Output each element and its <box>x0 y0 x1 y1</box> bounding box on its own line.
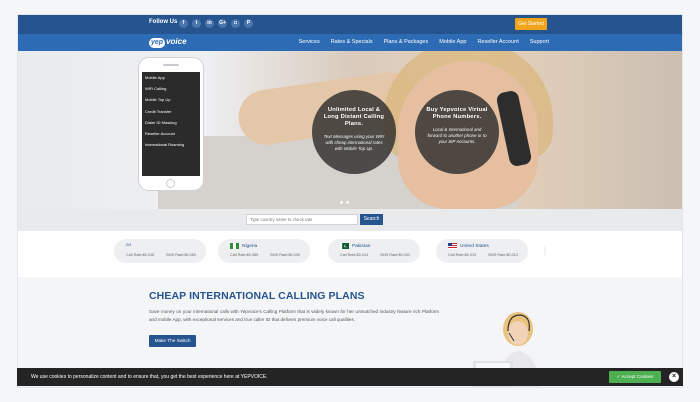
phone-home-button <box>166 179 175 188</box>
logo-text: voice <box>166 37 187 46</box>
country-name: United States <box>460 243 489 249</box>
top-bar: Follow Us f t in G+ ◘ P Get Started <box>18 15 682 34</box>
pinterest-icon[interactable]: P <box>244 19 253 28</box>
promo-title: Buy Yepvoice Virtual Phone Numbers. <box>426 107 488 120</box>
promo-circle-virtual-numbers[interactable]: Buy Yepvoice Virtual Phone Numbers. Loca… <box>415 90 499 174</box>
call-rate: Call Rate:$0.019 <box>448 253 477 257</box>
twitter-icon[interactable]: t <box>192 19 201 28</box>
sms-rate: SMS Rate:$0.039 <box>270 253 300 257</box>
slider-dots <box>340 201 349 204</box>
phone-menu-item[interactable]: International Roaming <box>142 139 200 150</box>
sms-rate: SMS Rate:$0.080 <box>166 253 196 257</box>
phone-menu-item[interactable]: WiFi Calling <box>142 83 200 94</box>
carousel-mask-left <box>18 231 114 277</box>
facebook-icon[interactable]: f <box>179 19 188 28</box>
phone-mockup: Mobile App WiFi Calling Mobile Top Up Cr… <box>138 57 204 191</box>
logo-badge: yep <box>149 38 166 48</box>
rates-carousel: co Call Rate:$0.016 SMS Rate:$0.080 Nige… <box>18 231 682 277</box>
country-name: co <box>126 243 132 248</box>
nav-item-services[interactable]: Services <box>299 39 320 45</box>
linkedin-icon[interactable]: in <box>205 19 214 28</box>
nigeria-flag-icon <box>230 243 239 249</box>
nav-item-support[interactable]: Support <box>530 39 549 45</box>
page-frame: Follow Us f t in G+ ◘ P Get Started yep v… <box>17 14 683 388</box>
promo-subtitle: Text Messages using your WiFi with cheap… <box>323 134 385 151</box>
sms-rate: SMS Rate:$0.012 <box>488 253 518 257</box>
rate-country: United States <box>448 243 489 249</box>
call-rate: Call Rate:$0.016 <box>126 253 155 257</box>
slider-dot[interactable] <box>346 201 349 204</box>
logo[interactable]: yep voice <box>149 37 187 48</box>
phone-menu: Mobile App WiFi Calling Mobile Top Up Cr… <box>142 72 200 176</box>
nav-item-rates-specials[interactable]: Rates & Specials <box>331 39 373 45</box>
accept-cookies-button[interactable]: ✓ Accept Cookies <box>609 371 661 383</box>
close-icon[interactable]: × <box>669 372 679 382</box>
nav-item-reseller-account[interactable]: Reseller Account <box>477 39 518 45</box>
section-paragraph: Save money on your international calls w… <box>149 309 439 323</box>
promo-title: Unlimited Local & Long Distant Calling P… <box>323 107 385 127</box>
main-nav: yep voice Services Rates & Specials Plans… <box>18 34 682 51</box>
make-the-switch-button[interactable]: Make The Switch <box>149 335 196 347</box>
hero-slider: Mobile App WiFi Calling Mobile Top Up Cr… <box>18 51 682 209</box>
rate-country: Pakistan <box>340 243 370 249</box>
google-plus-icon[interactable]: G+ <box>218 19 227 28</box>
call-rate: Call Rate:$0.089 <box>230 253 259 257</box>
section-heading: CHEAP INTERNATIONAL CALLING PLANS <box>149 290 365 302</box>
phone-speaker <box>163 64 179 66</box>
rate-country: co <box>126 243 131 248</box>
phone-menu-item[interactable]: Mobile App <box>142 72 200 83</box>
phone-menu-item[interactable]: Mobile Top Up <box>142 94 200 105</box>
search-button[interactable]: Search <box>360 214 383 225</box>
sms-rate: SMS Rate:$0.001 <box>380 253 410 257</box>
nav-item-mobile-app[interactable]: Mobile App <box>439 39 466 45</box>
phone-menu-item[interactable]: Reseller Account <box>142 128 200 139</box>
rate-card[interactable]: United States Call Rate:$0.019 SMS Rate:… <box>436 239 528 263</box>
country-name: Nigeria <box>242 243 258 249</box>
phone-menu-item[interactable]: Credit Transfer <box>142 106 200 117</box>
country-search-input[interactable] <box>246 214 358 225</box>
follow-us-label: Follow Us <box>149 19 178 25</box>
nav-links: Services Rates & Specials Plans & Packag… <box>299 39 549 45</box>
cookie-banner: We use cookies to personalize content an… <box>17 368 683 386</box>
rate-country: Nigeria <box>230 243 257 249</box>
usa-flag-icon <box>448 243 457 249</box>
promo-subtitle: Local & International and forward to ano… <box>427 127 487 144</box>
call-rate: Call Rate:$0.014 <box>340 253 369 257</box>
get-started-button[interactable]: Get Started <box>515 18 547 30</box>
pakistan-flag-icon <box>340 243 349 249</box>
instagram-icon[interactable]: ◘ <box>231 19 240 28</box>
carousel-mask-right <box>546 231 682 277</box>
country-name: Pakistan <box>352 243 371 249</box>
promo-circle-calling-plans[interactable]: Unlimited Local & Long Distant Calling P… <box>312 90 396 174</box>
social-links: f t in G+ ◘ P <box>179 19 253 28</box>
nav-item-plans-packages[interactable]: Plans & Packages <box>384 39 429 45</box>
cookie-text: We use cookies to personalize content an… <box>31 374 268 380</box>
phone-menu-item[interactable]: Dialer ID Masking <box>142 117 200 128</box>
rate-card[interactable]: Nigeria Call Rate:$0.089 SMS Rate:$0.039 <box>218 239 310 263</box>
rate-card[interactable]: co Call Rate:$0.016 SMS Rate:$0.080 <box>114 239 206 263</box>
slider-dot[interactable] <box>340 201 343 204</box>
rate-card[interactable]: Pakistan Call Rate:$0.014 SMS Rate:$0.00… <box>328 239 420 263</box>
rate-search-bar: Search <box>18 209 682 231</box>
